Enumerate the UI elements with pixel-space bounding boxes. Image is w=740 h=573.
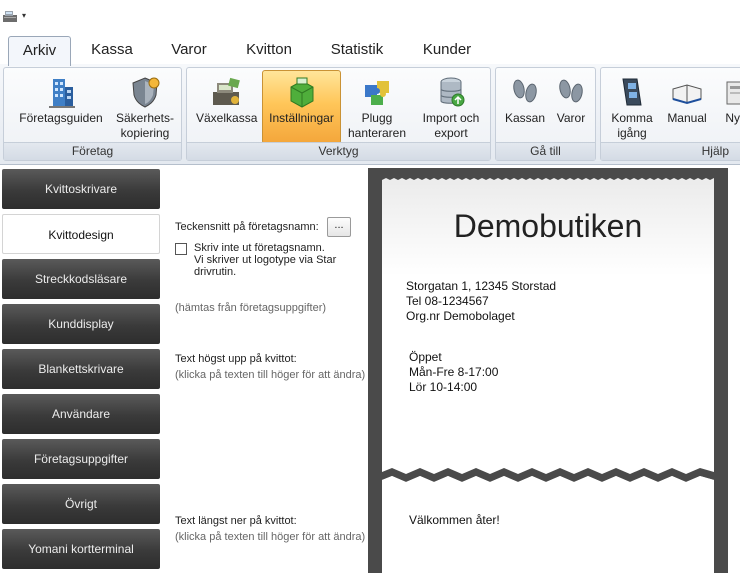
- settings-box-icon: [290, 77, 313, 108]
- tab-kvitton[interactable]: Kvitton: [232, 36, 306, 65]
- button-label: Manual: [667, 111, 707, 125]
- checkbox-label-line1: Skriv inte ut företagsnamn.: [194, 242, 325, 254]
- database-icon: [440, 77, 465, 107]
- top-text-label: Text högst upp på kvittot:: [175, 353, 297, 365]
- checkbox-label-line2: Vi skriver ut logotype via Star: [194, 254, 337, 266]
- receipt-preview-frame: Demobutiken Storgatan 1, 12345 Storstad …: [368, 168, 728, 573]
- nyheter-button[interactable]: Nyh: [716, 70, 740, 144]
- tab-varor[interactable]: Varor: [158, 36, 220, 65]
- manual-button[interactable]: Manual: [661, 70, 713, 144]
- tab-kunder[interactable]: Kunder: [410, 36, 484, 65]
- receipt-footer-text[interactable]: Välkommen åter!: [409, 513, 500, 528]
- group-label: Företag: [4, 142, 181, 160]
- button-label-line1: Säkerhets-: [115, 111, 175, 125]
- receipt-address: Storgatan 1, 12345 Storstad: [406, 279, 557, 293]
- nav-item-kvittoskrivare[interactable]: Kvittoskrivare: [2, 169, 160, 209]
- ribbon-group-hjalp: Komma igång Manual Nyh Hjälp: [600, 67, 740, 161]
- ribbon-group-ga-till: Kassan Varor Gå till: [495, 67, 596, 161]
- nav-item-anvandare[interactable]: Användare: [2, 394, 160, 434]
- button-label-line2: hanteraren: [347, 126, 407, 140]
- footprints-icon: [559, 79, 583, 103]
- nav-item-ovrigt[interactable]: Övrigt: [2, 484, 160, 524]
- receipt-phone: Tel 08-1234567: [406, 294, 489, 308]
- button-label: Växelkassa: [196, 111, 258, 125]
- quick-access-toolbar: ▾: [0, 0, 740, 33]
- cash-register-icon[interactable]: [2, 9, 18, 23]
- news-icon: [726, 81, 740, 105]
- receipt-tear-line: [382, 462, 714, 492]
- nav-item-foretagsuppgifter[interactable]: Företagsuppgifter: [2, 439, 160, 479]
- font-label: Teckensnitt på företagsnamn:: [175, 221, 319, 233]
- receipt-company-name[interactable]: Demobutiken: [382, 208, 714, 245]
- tab-kassa[interactable]: Kassa: [80, 36, 144, 65]
- top-text-hint: (klicka på texten till höger för att änd…: [175, 369, 366, 381]
- ribbon: Företagsguiden Säkerhets- kopiering Före…: [0, 64, 740, 165]
- bottom-text-label: Text längst ner på kvittot:: [175, 515, 297, 527]
- nav-item-blankettskrivare[interactable]: Blankettskrivare: [2, 349, 160, 389]
- customize-toolbar-dropdown-icon[interactable]: ▾: [22, 11, 26, 20]
- font-browse-button[interactable]: ...: [327, 217, 351, 237]
- button-label: Företagsguiden: [19, 111, 103, 125]
- hide-company-name-label[interactable]: Skriv inte ut företagsnamn. Vi skriver u…: [194, 242, 344, 278]
- tab-statistik[interactable]: Statistik: [318, 36, 396, 65]
- receipt-hours-saturday[interactable]: Lör 10-14:00: [409, 380, 477, 395]
- footprints-icon: [513, 79, 537, 103]
- app-window: ▾ Arkiv Kassa Varor Kvitton Statistik Ku…: [0, 0, 740, 573]
- film-icon: [622, 78, 642, 106]
- nav-item-kunddisplay[interactable]: Kunddisplay: [2, 304, 160, 344]
- building-icon: [49, 79, 75, 108]
- installningar-button[interactable]: Inställningar: [262, 70, 341, 144]
- bottom-text-hint: (klicka på texten till höger för att änd…: [175, 531, 366, 543]
- ga-till-kassan-button[interactable]: Kassan: [502, 70, 548, 144]
- nav-item-streckkodslasare[interactable]: Streckkodsläsare: [2, 259, 160, 299]
- button-label-line1: Plugg: [361, 111, 393, 125]
- group-label: Hjälp: [601, 142, 740, 160]
- button-label-line2: igång: [617, 126, 647, 140]
- group-label: Verktyg: [187, 142, 490, 160]
- shield-icon: [132, 77, 160, 108]
- tab-arkiv[interactable]: Arkiv: [8, 36, 71, 66]
- hide-company-name-checkbox[interactable]: [175, 243, 187, 255]
- fetched-hint: (hämtas från företagsuppgifter): [175, 302, 327, 314]
- kvittodesign-panel: Teckensnitt på företagsnamn: ... Skriv i…: [160, 166, 740, 573]
- sakerhetskopiering-button[interactable]: Säkerhets- kopiering: [112, 70, 178, 144]
- button-label: Nyh: [725, 111, 740, 125]
- ribbon-group-foretag: Företagsguiden Säkerhets- kopiering Före…: [3, 67, 182, 161]
- button-label-line2: kopiering: [120, 126, 170, 140]
- book-icon: [672, 84, 702, 105]
- settings-nav: Kvittoskrivare Kvittodesign Streckkodslä…: [0, 166, 160, 573]
- button-label: Kassan: [505, 111, 546, 125]
- foretagsguiden-button[interactable]: Företagsguiden: [13, 70, 109, 144]
- komma-igang-button[interactable]: Komma igång: [607, 70, 657, 144]
- receipt-paper: Demobutiken Storgatan 1, 12345 Storstad …: [382, 182, 714, 573]
- receipt-open-label[interactable]: Öppet: [409, 350, 442, 365]
- ga-till-varor-button[interactable]: Varor: [550, 70, 592, 144]
- ribbon-tabs: Arkiv Kassa Varor Kvitton Statistik Kund…: [0, 33, 740, 66]
- nav-item-yomani-kortterminal[interactable]: Yomani kortterminal: [2, 529, 160, 569]
- vaxelkassa-button[interactable]: Växelkassa: [193, 70, 259, 144]
- button-label: Inställningar: [269, 111, 334, 125]
- button-label-line1: Import och: [422, 111, 480, 125]
- import-export-button[interactable]: Import och export: [414, 70, 488, 144]
- button-label: Varor: [556, 111, 586, 125]
- puzzle-icon: [365, 81, 389, 105]
- checkbox-label-line3: drivrutin.: [194, 266, 237, 278]
- group-label: Gå till: [496, 142, 595, 160]
- ribbon-group-verktyg: Växelkassa Inställningar Plugg hanterare…: [186, 67, 491, 161]
- nav-item-kvittodesign[interactable]: Kvittodesign: [2, 214, 160, 254]
- receipt-hours-weekdays[interactable]: Mån-Fre 8-17:00: [409, 365, 498, 380]
- receipt-orgnr: Org.nr Demobolaget: [406, 309, 515, 323]
- button-label-line1: Komma: [611, 111, 653, 125]
- cash-register-icon: [213, 77, 240, 105]
- plugghanteraren-button[interactable]: Plugg hanteraren: [344, 70, 410, 144]
- button-label-line2: export: [434, 126, 468, 140]
